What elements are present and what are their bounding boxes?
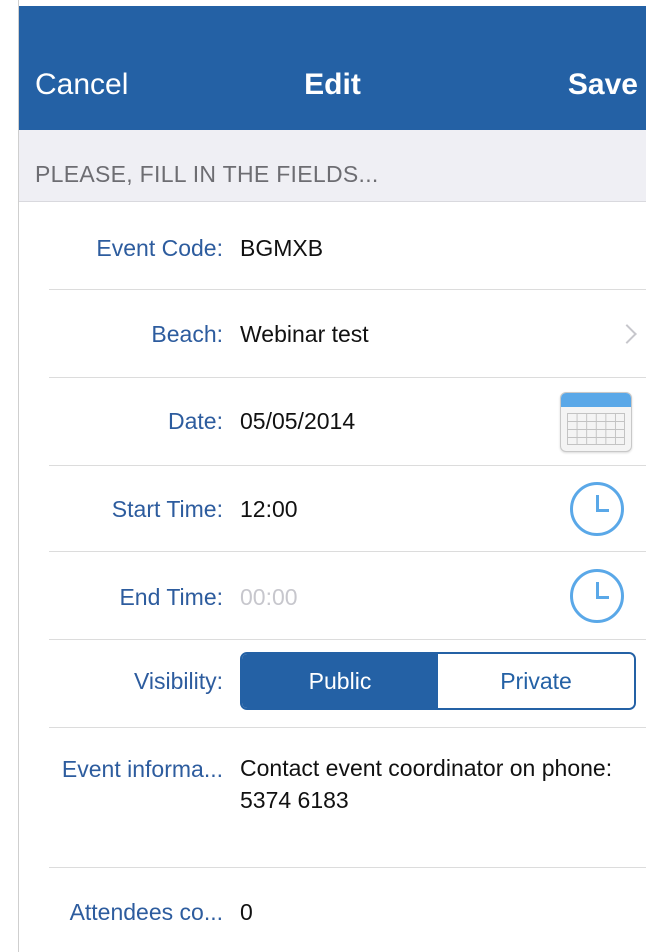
visibility-public-option[interactable]: Public (242, 654, 438, 708)
beach-row[interactable]: Beach: Webinar test (19, 290, 646, 378)
attendees-row[interactable]: Attendees co... 0 (19, 868, 646, 952)
clock-hand (596, 509, 609, 512)
end-time-input[interactable]: 00:00 (240, 584, 298, 611)
clock-hand (596, 596, 609, 599)
event-code-value[interactable]: BGMXB (240, 235, 323, 262)
date-label: Date: (168, 408, 223, 434)
attendees-label: Attendees co... (69, 899, 223, 925)
event-code-label: Event Code: (96, 235, 223, 261)
visibility-segmented-control[interactable]: Public Private (240, 652, 636, 710)
event-info-label: Event informa... (61, 756, 223, 782)
end-time-row[interactable]: End Time: 00:00 (19, 552, 646, 640)
visibility-private-option[interactable]: Private (438, 654, 634, 708)
navigation-bar: Cancel Edit Save (19, 0, 646, 130)
left-margin (0, 0, 18, 952)
screen: Cancel Edit Save PLEASE, FILL IN THE FIE… (0, 0, 646, 952)
end-time-label: End Time: (119, 584, 223, 610)
section-header: PLEASE, FILL IN THE FIELDS... (19, 130, 646, 202)
visibility-label: Visibility: (133, 668, 223, 694)
save-button[interactable]: Save (568, 68, 638, 102)
start-time-value[interactable]: 12:00 (240, 496, 298, 523)
event-info-value[interactable]: Contact event coordinator on phone: 5374… (240, 752, 636, 816)
section-header-text: PLEASE, FILL IN THE FIELDS... (35, 161, 379, 187)
status-strip (19, 0, 646, 6)
beach-value[interactable]: Webinar test (240, 321, 369, 348)
chevron-right-icon (617, 324, 637, 344)
clock-icon[interactable] (570, 482, 624, 536)
attendees-value[interactable]: 0 (240, 899, 253, 926)
calendar-grid (567, 413, 625, 445)
date-value[interactable]: 05/05/2014 (240, 408, 355, 435)
calendar-header (561, 393, 631, 407)
event-info-row[interactable]: Event informa... Contact event coordinat… (19, 728, 646, 868)
cancel-button[interactable]: Cancel (35, 68, 128, 102)
start-time-row[interactable]: Start Time: 12:00 (19, 466, 646, 552)
event-code-row[interactable]: Event Code: BGMXB (19, 202, 646, 290)
visibility-row: Visibility: Public Private (19, 640, 646, 728)
start-time-label: Start Time: (111, 496, 223, 522)
date-row[interactable]: Date: 05/05/2014 (19, 378, 646, 466)
clock-icon[interactable] (570, 569, 624, 623)
calendar-icon[interactable] (560, 392, 632, 452)
beach-label: Beach: (151, 321, 223, 347)
edit-event-screen: Cancel Edit Save PLEASE, FILL IN THE FIE… (19, 0, 646, 952)
